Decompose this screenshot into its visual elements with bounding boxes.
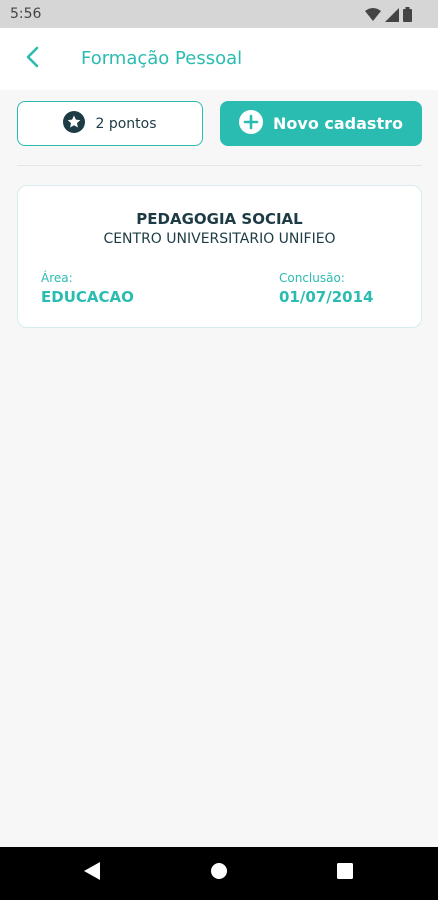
page-title: Formação Pessoal	[81, 48, 243, 69]
star-badge-icon	[63, 110, 86, 137]
points-button[interactable]: 2 pontos	[17, 101, 203, 146]
back-button[interactable]	[16, 42, 50, 76]
home-circle-icon	[210, 862, 228, 885]
status-time: 5:56	[10, 6, 42, 22]
system-nav-bar	[0, 847, 438, 900]
app-bar: Formação Pessoal	[0, 28, 438, 90]
wifi-icon	[365, 7, 381, 26]
nav-recents-button[interactable]	[325, 847, 365, 900]
divider	[17, 165, 422, 166]
conclusion-value: 01/07/2014	[279, 288, 374, 306]
course-name: PEDAGOGIA SOCIAL	[136, 210, 303, 228]
record-card[interactable]: PEDAGOGIA SOCIAL CENTRO UNIVERSITARIO UN…	[17, 185, 422, 328]
chevron-left-icon	[25, 46, 41, 73]
new-registration-label: Novo cadastro	[273, 114, 403, 133]
institution-name: CENTRO UNIVERSITARIO UNIFIEO	[103, 231, 336, 247]
battery-icon	[403, 7, 412, 26]
area-label: Área:	[41, 271, 73, 285]
points-label: 2 pontos	[95, 115, 157, 132]
area-value: EDUCACAO	[41, 288, 134, 306]
nav-home-button[interactable]	[199, 847, 239, 900]
conclusion-label: Conclusão:	[279, 271, 345, 285]
new-registration-button[interactable]: Novo cadastro	[220, 101, 422, 146]
nav-back-button[interactable]	[72, 847, 112, 900]
back-triangle-icon	[84, 862, 100, 885]
signal-icon	[385, 7, 399, 26]
recents-square-icon	[337, 863, 353, 884]
status-icons	[365, 7, 412, 26]
plus-circle-icon	[239, 109, 264, 138]
status-bar: 5:56	[0, 0, 438, 28]
